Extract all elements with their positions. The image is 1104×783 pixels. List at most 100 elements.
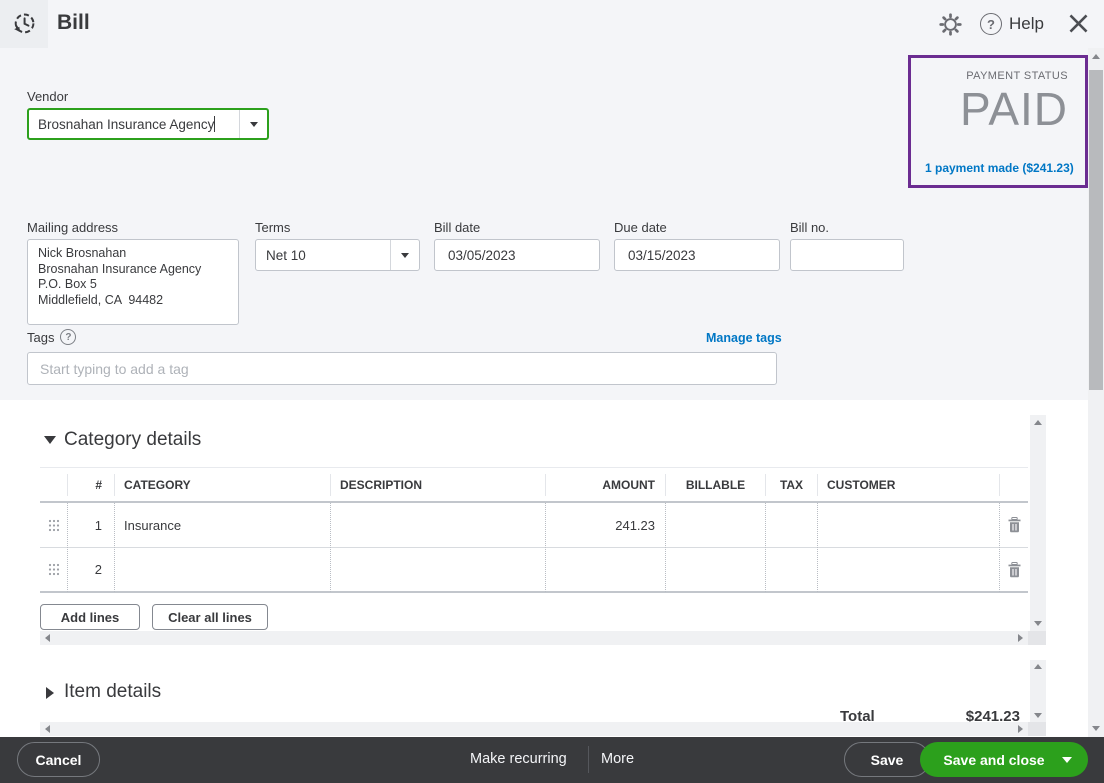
category-details-table: # CATEGORY DESCRIPTION AMOUNT BILLABLE T… — [40, 467, 1028, 593]
settings-button[interactable] — [936, 10, 964, 38]
category-details-title: Category details — [64, 429, 201, 451]
scroll-down-arrow[interactable] — [1092, 726, 1100, 731]
cell-amount[interactable]: 241.23 — [546, 503, 666, 548]
row-drag-handle[interactable] — [40, 503, 68, 548]
save-button[interactable]: Save — [844, 742, 930, 777]
cell-customer[interactable] — [818, 547, 1000, 592]
cell-line-number: 1 — [68, 503, 115, 548]
gear-icon — [938, 12, 963, 37]
cancel-button[interactable]: Cancel — [17, 742, 100, 777]
tags-input[interactable] — [27, 352, 777, 385]
item-details-title: Item details — [64, 681, 161, 703]
mailing-address-label: Mailing address — [27, 220, 118, 235]
header-tax: TAX — [766, 474, 818, 496]
table-header-row: # CATEGORY DESCRIPTION AMOUNT BILLABLE T… — [40, 467, 1028, 503]
scroll-down-arrow[interactable] — [1034, 621, 1042, 626]
close-button[interactable] — [1064, 9, 1092, 37]
payment-status-panel: PAYMENT STATUS PAID 1 payment made ($241… — [908, 55, 1088, 188]
tags-label-row: Tags ? — [27, 329, 76, 345]
total-label: Total — [840, 708, 875, 722]
due-date-input[interactable] — [614, 239, 780, 271]
scroll-down-arrow[interactable] — [1034, 713, 1042, 718]
cell-description[interactable] — [331, 547, 546, 592]
tags-label: Tags — [27, 330, 54, 345]
scroll-up-arrow[interactable] — [1034, 664, 1042, 669]
header-amount: AMOUNT — [546, 474, 666, 496]
page-title: Bill — [57, 11, 90, 35]
row-delete-button[interactable] — [1000, 547, 1028, 592]
scroll-up-arrow[interactable] — [1034, 420, 1042, 425]
total-value: $241.23 — [966, 708, 1020, 722]
bill-no-label: Bill no. — [790, 220, 829, 235]
tags-help-icon[interactable]: ? — [60, 329, 76, 345]
item-horizontal-scrollbar[interactable] — [40, 722, 1028, 736]
vendor-dropdown-button[interactable] — [239, 110, 267, 138]
chevron-down-icon — [401, 253, 409, 258]
scrollbar-thumb[interactable] — [1089, 70, 1103, 390]
save-and-close-button[interactable]: Save and close — [920, 742, 1088, 777]
payment-status-label: PAYMENT STATUS — [925, 70, 1068, 82]
bill-date-input[interactable] — [434, 239, 600, 271]
cell-customer[interactable] — [818, 503, 1000, 548]
drag-handle-icon — [48, 519, 60, 532]
scroll-left-arrow[interactable] — [45, 634, 50, 642]
cell-category[interactable]: Insurance — [115, 503, 331, 548]
scrollbar-corner — [1028, 722, 1046, 736]
total-row: Total $241.23 — [840, 708, 1020, 722]
terms-value: Net 10 — [256, 248, 306, 263]
add-lines-button[interactable]: Add lines — [40, 604, 140, 630]
header-drag-column — [40, 474, 68, 496]
scroll-right-arrow[interactable] — [1018, 634, 1023, 642]
cell-category[interactable] — [115, 547, 331, 592]
cell-billable[interactable] — [666, 547, 766, 592]
more-button[interactable]: More — [601, 751, 634, 767]
row-drag-handle[interactable] — [40, 547, 68, 592]
scroll-up-arrow[interactable] — [1092, 54, 1100, 59]
history-clock-icon — [10, 10, 38, 38]
category-vertical-scrollbar[interactable] — [1030, 415, 1046, 631]
mailing-address-field[interactable]: Nick Brosnahan Brosnahan Insurance Agenc… — [27, 239, 239, 325]
cell-line-number: 2 — [68, 547, 115, 592]
bill-no-input[interactable] — [790, 239, 904, 271]
header-description: DESCRIPTION — [331, 474, 546, 496]
item-vertical-scrollbar[interactable] — [1030, 660, 1046, 722]
help-question-icon: ? — [980, 13, 1002, 35]
cell-billable[interactable] — [666, 503, 766, 548]
cell-tax[interactable] — [766, 503, 818, 548]
vendor-combobox[interactable]: Brosnahan Insurance Agency — [27, 108, 269, 140]
header-line-number: # — [68, 474, 115, 496]
help-button[interactable]: ? Help — [980, 10, 1044, 38]
cell-description[interactable] — [331, 503, 546, 548]
make-recurring-button[interactable]: Make recurring — [470, 751, 567, 767]
text-cursor — [214, 116, 215, 132]
cell-tax[interactable] — [766, 547, 818, 592]
scroll-left-arrow[interactable] — [45, 725, 50, 733]
payments-made-link[interactable]: 1 payment made ($241.23) — [925, 161, 1074, 175]
scrollbar-corner — [1028, 631, 1046, 645]
terms-dropdown-button[interactable] — [390, 240, 419, 270]
terms-select[interactable]: Net 10 — [255, 239, 420, 271]
bill-form-window: Bill ? Help — [0, 0, 1104, 783]
chevron-down-icon[interactable] — [1062, 757, 1072, 763]
clear-all-lines-button[interactable]: Clear all lines — [152, 604, 268, 630]
trash-icon — [1008, 562, 1021, 578]
table-row: 1 Insurance 241.23 — [40, 503, 1028, 548]
vendor-label: Vendor — [27, 89, 68, 104]
category-details-collapse-icon[interactable] — [44, 436, 56, 444]
terms-label: Terms — [255, 220, 290, 235]
payment-status-badge: PAID — [925, 84, 1068, 134]
scroll-right-arrow[interactable] — [1018, 725, 1023, 733]
drag-handle-icon — [48, 563, 60, 576]
manage-tags-link[interactable]: Manage tags — [706, 331, 782, 345]
cell-amount[interactable] — [546, 547, 666, 592]
save-and-close-label: Save and close — [920, 752, 1062, 768]
page-vertical-scrollbar[interactable] — [1088, 48, 1104, 737]
item-details-expand-icon[interactable] — [46, 687, 54, 699]
row-delete-button[interactable] — [1000, 503, 1028, 548]
due-date-label: Due date — [614, 220, 667, 235]
bill-history-tile[interactable] — [0, 0, 48, 48]
header-delete-column — [1000, 474, 1028, 496]
table-row: 2 — [40, 548, 1028, 593]
bill-date-label: Bill date — [434, 220, 480, 235]
category-horizontal-scrollbar[interactable] — [40, 631, 1028, 645]
